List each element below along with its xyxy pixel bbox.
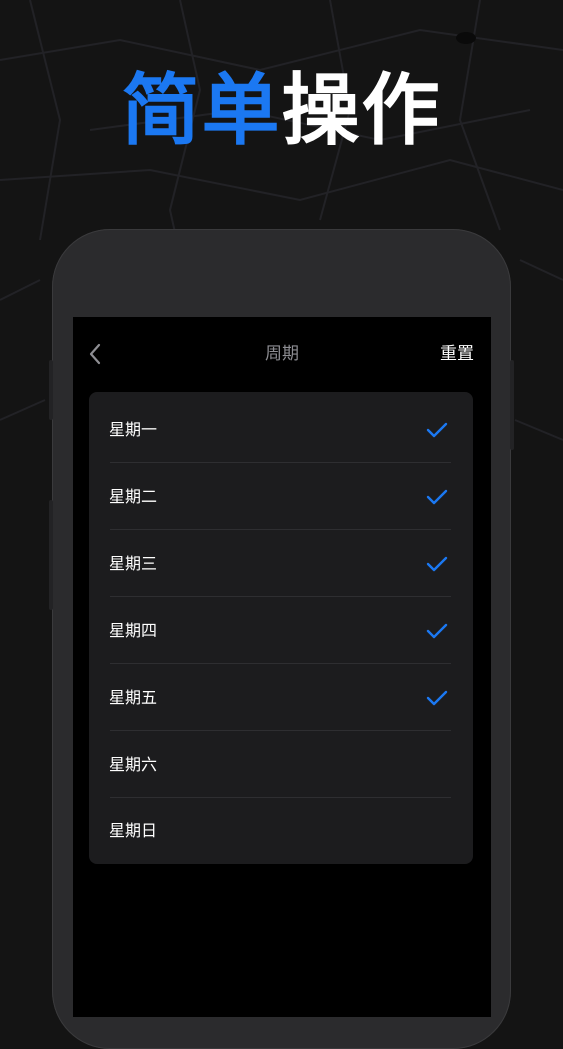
days-list: 星期一 星期二 星期三 星期四 星期五 星期六 星期日 xyxy=(89,392,473,864)
checkmark-icon xyxy=(426,690,448,706)
day-row-monday[interactable]: 星期一 xyxy=(89,396,473,463)
day-row-sunday[interactable]: 星期日 xyxy=(89,797,473,864)
phone-screen: 周期 重置 星期一 星期二 星期三 星期四 星期五 星期六 星期日 xyxy=(73,317,491,1017)
phone-side-button xyxy=(49,500,53,610)
day-label: 星期一 xyxy=(109,420,158,439)
phone-side-button xyxy=(49,360,53,420)
nav-bar: 周期 重置 xyxy=(73,317,491,392)
checkmark-icon xyxy=(426,422,448,438)
day-label: 星期五 xyxy=(109,688,158,707)
day-row-saturday[interactable]: 星期六 xyxy=(89,731,473,798)
reset-button[interactable]: 重置 xyxy=(440,342,474,366)
day-label: 星期日 xyxy=(109,821,158,840)
page-title: 周期 xyxy=(265,344,299,364)
day-label: 星期三 xyxy=(109,554,158,573)
day-row-wednesday[interactable]: 星期三 xyxy=(89,530,473,597)
promo-title-accent: 简单 xyxy=(121,66,282,156)
checkmark-icon xyxy=(426,623,448,639)
promo-title: 简单操作 xyxy=(0,66,563,156)
day-row-friday[interactable]: 星期五 xyxy=(89,664,473,731)
checkmark-icon xyxy=(426,489,448,505)
day-label: 星期四 xyxy=(109,621,158,640)
promo-title-rest: 操作 xyxy=(281,66,442,156)
day-label: 星期二 xyxy=(109,487,158,506)
day-label: 星期六 xyxy=(109,755,158,774)
day-row-tuesday[interactable]: 星期二 xyxy=(89,463,473,530)
day-row-thursday[interactable]: 星期四 xyxy=(89,597,473,664)
checkmark-icon xyxy=(426,556,448,572)
phone-side-button xyxy=(510,360,514,450)
